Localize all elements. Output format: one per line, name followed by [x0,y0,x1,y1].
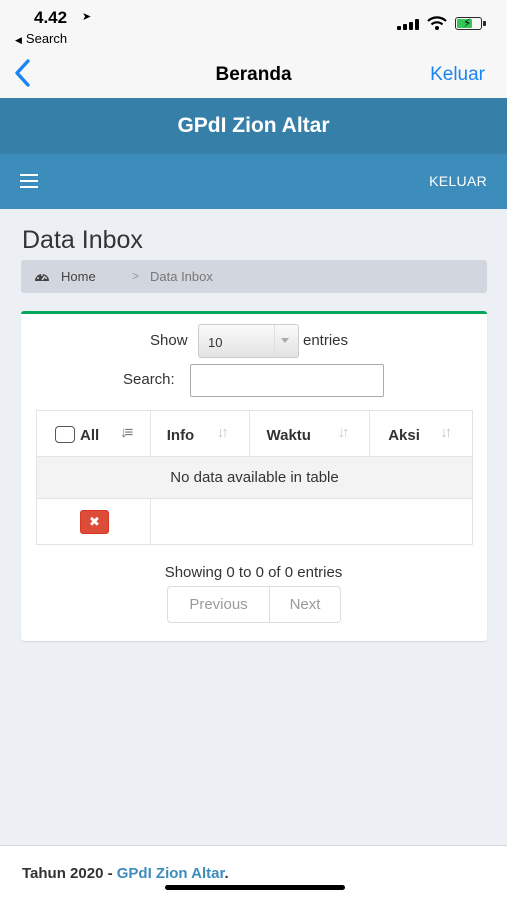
breadcrumb-current: Data Inbox [150,269,213,284]
back-triangle-icon: ◀ [15,35,22,45]
previous-page-button[interactable]: Previous [168,587,270,622]
sort-icon[interactable]: ↓↑ [338,424,354,441]
home-indicator[interactable] [165,885,345,890]
footer-suffix: . [224,865,229,882]
menu-toggle-icon[interactable] [20,174,38,188]
column-header-aksi[interactable]: Aksi ↓↑ [369,410,473,457]
sort-icon[interactable]: ↓↑ [440,424,456,441]
table-row: No data available in table [36,456,473,499]
nav-logout-button[interactable]: Keluar [430,64,485,86]
site-logo[interactable]: GPdI Zion Altar [0,98,507,154]
column-label-info: Info [166,427,195,444]
entries-select-value: 10 [208,335,223,350]
top-navbar: KELUAR [0,154,507,209]
column-header-all[interactable]: All ↓≡ [36,410,151,457]
dashboard-icon [35,274,49,281]
footer-site-link[interactable]: GPdI Zion Altar [117,865,225,882]
search-label: Search: [123,371,175,388]
column-label-aksi: Aksi [388,427,420,444]
column-header-info[interactable]: Info ↓↑ [149,410,250,457]
signal-icon [397,18,419,30]
table-action-row: ✖ [36,498,474,545]
column-header-waktu[interactable]: Waktu ↓↑ [248,410,371,457]
breadcrumb-home-link[interactable]: Home [61,269,96,284]
bulk-action-cell: ✖ [36,498,151,545]
status-time: 4.42 [34,8,68,27]
pagination: Previous Next [167,586,341,623]
back-to-app-link[interactable]: ◀ Search [15,31,67,46]
navbar-logout-link[interactable]: KELUAR [429,173,487,189]
footer: Tahun 2020 - GPdI Zion Altar. [0,845,507,900]
footer-text: Tahun 2020 - GPdI Zion Altar. [22,865,229,882]
delete-selected-button[interactable]: ✖ [80,510,109,534]
wifi-icon [427,16,447,30]
footer-prefix: Tahun 2020 - [22,865,117,882]
search-input[interactable] [190,364,384,397]
show-label: Show [150,332,188,349]
battery-icon: ⚡ [455,16,482,30]
breadcrumb: Home > Data Inbox [21,260,487,293]
table-info: Showing 0 to 0 of 0 entries [164,564,343,581]
select-all-checkbox[interactable] [55,426,75,443]
page-title: Data Inbox [22,226,143,254]
entries-label: entries [303,332,349,349]
column-label-waktu: Waktu [266,427,311,444]
table-header-row: All ↓≡ Info ↓↑ Waktu ↓↑ Aksi ↓↑ [36,410,473,457]
sort-icon[interactable]: ↓↑ [217,424,233,441]
inbox-table: All ↓≡ Info ↓↑ Waktu ↓↑ Aksi ↓↑ No data … [36,410,474,545]
empty-table-message: No data available in table [36,456,473,499]
back-app-label: Search [25,31,68,46]
navigation-bar: Beranda Keluar [0,52,507,98]
chevron-down-icon [274,325,294,357]
location-arrow-icon: ➤ [82,11,92,23]
next-page-button[interactable]: Next [270,587,340,622]
sort-ascending-icon[interactable]: ↓≡ [120,424,136,441]
entries-per-page-select[interactable]: 10 [198,324,299,358]
breadcrumb-separator: > [132,269,140,283]
status-bar: 4.42 ➤ ◀ Search ⚡ [0,0,507,52]
column-label-all: All [80,427,100,444]
